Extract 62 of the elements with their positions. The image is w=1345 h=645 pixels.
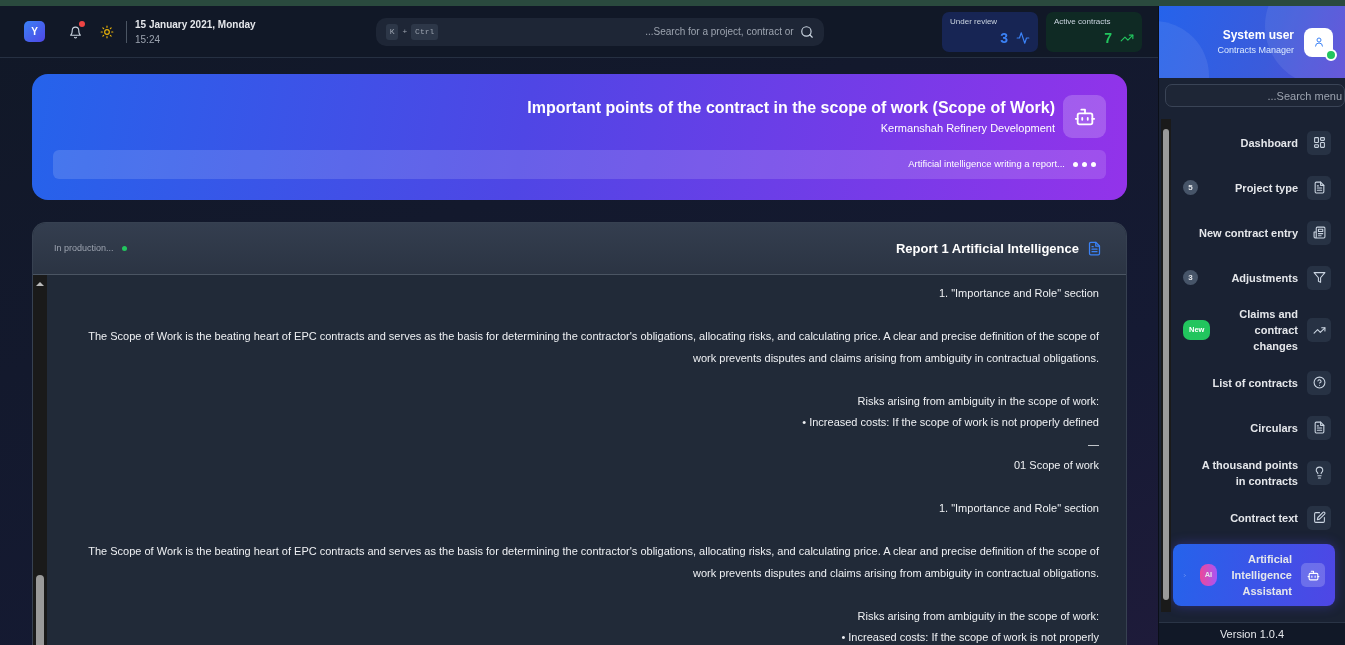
menu-item[interactable]: New contract entry <box>1183 210 1331 255</box>
menu-item[interactable]: Contract text <box>1183 495 1331 540</box>
user-icon <box>1312 36 1325 48</box>
scrollbar[interactable] <box>1161 119 1171 612</box>
time-text: 15:24 <box>135 32 162 47</box>
scrollbar[interactable] <box>33 275 47 645</box>
report-text: The Scope of Work is the beating heart of EPC contracts and serves as the basis for determining the contractor's obligations, allocating risks, and calculating price. A clear and precise definition of the scope of work prevents disputes and claims arising from ambiguity in contractual obligations. <box>87 544 1099 581</box>
report-text: 1. "Importance and Role" section <box>937 286 1099 301</box>
question-icon <box>1312 376 1326 389</box>
key-cap: Ctrl <box>411 23 439 40</box>
menu-item[interactable]: A thousand points in contracts <box>1183 450 1331 495</box>
filter-icon <box>1312 271 1326 284</box>
menu-item[interactable]: Dashboard <box>1183 120 1331 165</box>
menu-item[interactable]: List of contracts <box>1183 360 1331 405</box>
dashboard-icon <box>1312 136 1326 149</box>
loading-dots-icon <box>1073 162 1096 167</box>
user-role: Contracts Manager <box>1217 44 1294 58</box>
bell-icon[interactable] <box>69 25 82 39</box>
menu-search-field[interactable]: ...Search menu <box>1165 84 1345 107</box>
menu-item[interactable]: Circulars <box>1183 405 1331 450</box>
report-text: The Scope of Work is the beating heart of EPC contracts and serves as the basis for determining the contractor's obligations, allocating risks, and calculating price. A clear and precise definition of the scope of work prevents disputes and claims arising from ambiguity in contractual obligations. <box>87 329 1099 366</box>
version-text: Version 1.0.4 <box>1159 622 1345 645</box>
report-text: 1. "Importance and Role" section <box>937 501 1099 516</box>
status-dot <box>121 246 127 251</box>
report-text: 01 Scope of work <box>1013 458 1099 473</box>
edit-icon <box>1312 511 1326 524</box>
plus-text: + <box>402 25 408 38</box>
document-icon <box>1312 181 1326 194</box>
search-field[interactable]: K + Ctrl ...Search for a project, contract or <box>375 17 824 46</box>
robot-icon <box>1306 568 1320 582</box>
stat-label: Under review <box>950 15 999 28</box>
progress-text: Artificial intelligence writing a report... <box>908 157 1065 172</box>
pulse-icon <box>1016 31 1030 45</box>
status-text: In production... <box>54 241 114 255</box>
user-name: System user <box>1222 27 1294 45</box>
menu-item[interactable]: 3 Adjustments <box>1183 255 1331 300</box>
report-text: — <box>1087 436 1099 452</box>
robot-icon <box>1063 95 1106 138</box>
sun-icon[interactable] <box>100 24 114 39</box>
report-title: Report 1 Artificial Intelligence <box>896 239 1079 258</box>
report-text: • Increased costs: If the scope of work is not properly defined <box>801 415 1099 430</box>
count-badge: 5 <box>1183 180 1198 195</box>
document-icon <box>1312 421 1326 434</box>
banner-subtitle: Kermanshah Refinery Development <box>880 121 1055 137</box>
search-icon <box>799 24 814 39</box>
newspaper-icon <box>1312 226 1326 239</box>
key-cap: K <box>385 23 399 40</box>
search-input[interactable]: ...Search for a project, contract or <box>442 23 796 40</box>
scroll-thumb[interactable] <box>36 575 44 645</box>
count-badge: 3 <box>1183 270 1198 285</box>
stat-label: Active contracts <box>1054 15 1112 28</box>
stat-value: 3 <box>1000 28 1008 48</box>
menu-item[interactable]: 5 Project type <box>1183 165 1331 210</box>
report-text: Risks arising from ambiguity in the scope of work: <box>856 393 1099 409</box>
logo[interactable]: Y <box>24 21 45 42</box>
report-text: Risks arising from ambiguity in the scope of work: <box>856 608 1099 624</box>
stat-value: 7 <box>1104 28 1112 48</box>
scroll-thumb[interactable] <box>1163 129 1169 600</box>
report-text: • Increased costs: If the scope of work is not properly <box>840 630 1099 645</box>
banner-title: Important points of the contract in the scope of work (Scope of Work) <box>527 98 1055 119</box>
date-text: 15 January 2021, Monday <box>135 17 256 32</box>
document-icon[interactable] <box>1087 241 1102 256</box>
